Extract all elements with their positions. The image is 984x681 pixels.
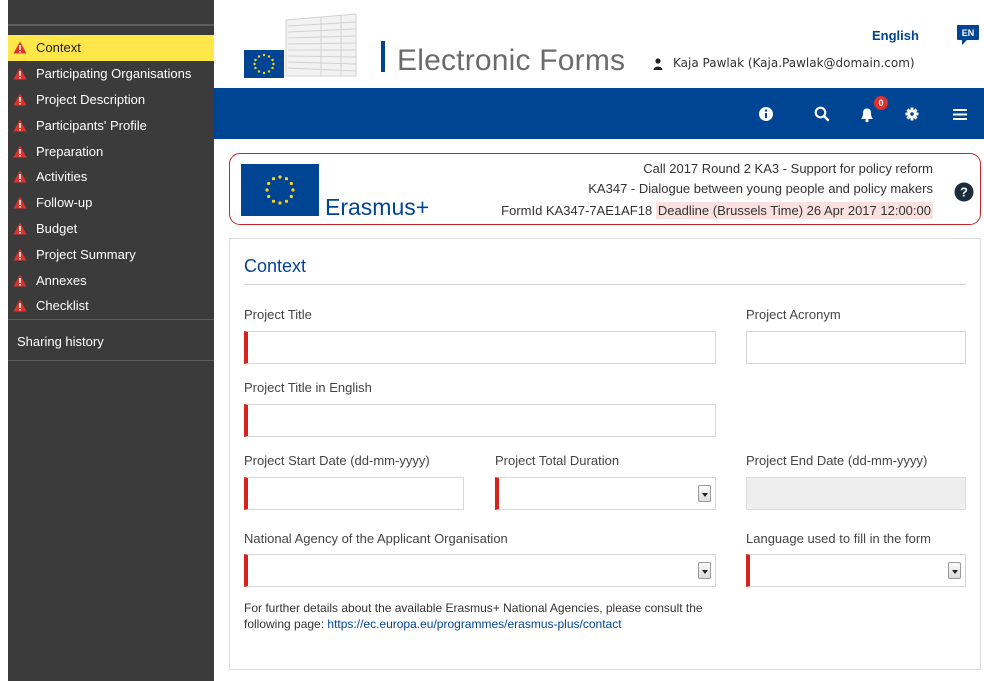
info-icon[interactable]	[754, 102, 778, 126]
language-selector[interactable]: English	[872, 28, 919, 43]
sidebar-item-label: Preparation	[36, 143, 104, 159]
warning-icon	[13, 248, 27, 261]
dropdown-arrow-icon[interactable]	[698, 485, 711, 502]
sidebar-item-label: Project Summary	[36, 246, 136, 262]
national-agency-select[interactable]	[244, 554, 716, 587]
form-id: FormId KA347-7AE1AF18	[501, 203, 653, 218]
sidebar-nav-list: Context Participating Organisations Projec…	[8, 35, 214, 319]
warning-icon	[13, 145, 27, 158]
european-commission-logo	[226, 12, 362, 78]
warning-icon	[13, 196, 27, 209]
top-toolbar: 0	[214, 88, 984, 139]
warning-icon	[13, 170, 27, 183]
national-agencies-link[interactable]: https://ec.europa.eu/programmes/erasmus-…	[327, 617, 621, 631]
project-title-input[interactable]	[244, 331, 716, 364]
warning-icon	[13, 67, 27, 80]
app-header: Electronic Forms Kaja Pawlak (Kaja.Pawla…	[214, 0, 984, 88]
form-id-deadline-line: FormId KA347-7AE1AF18 Deadline (Brussels…	[501, 202, 933, 219]
project-title-english-input[interactable]	[244, 404, 716, 437]
national-agency-label: National Agency of the Applicant Organis…	[244, 531, 508, 546]
action-type: KA347 - Dialogue between young people an…	[588, 181, 933, 196]
dropdown-arrow-icon[interactable]	[698, 562, 711, 579]
header-separator	[381, 41, 385, 72]
form-language-select[interactable]	[746, 554, 966, 587]
sidebar-item-label: Follow-up	[36, 195, 93, 211]
national-agencies-info: For further details about the available …	[244, 600, 724, 632]
form-language-label: Language used to fill in the form	[746, 531, 932, 546]
section-divider	[244, 284, 966, 285]
sidebar-item-context[interactable]: Context	[8, 35, 214, 61]
sidebar-item-label: Checklist	[36, 298, 89, 314]
project-title-english-label: Project Title in English	[244, 380, 372, 395]
language-code: EN	[962, 28, 975, 38]
total-duration-select[interactable]	[495, 477, 716, 510]
menu-icon[interactable]	[948, 102, 972, 126]
sidebar-item-label: Participating Organisations	[36, 66, 192, 82]
user-icon	[653, 58, 663, 70]
call-info-box: Erasmus+ Call 2017 Round 2 KA3 - Support…	[229, 153, 981, 225]
app-title: Electronic Forms	[397, 44, 626, 77]
eu-flag-logo	[241, 164, 319, 216]
warning-icon	[13, 222, 27, 235]
sidebar-item-participants-profile[interactable]: Participants' Profile	[8, 112, 214, 138]
program-name: Erasmus+	[325, 194, 430, 220]
sidebar-item-preparation[interactable]: Preparation	[8, 138, 214, 164]
sidebar-item-participating-organisations[interactable]: Participating Organisations	[8, 61, 214, 87]
start-date-label: Project Start Date (dd-mm-yyyy)	[244, 453, 430, 468]
help-icon[interactable]: ?	[954, 182, 974, 202]
search-icon[interactable]	[810, 102, 834, 126]
project-title-label: Project Title	[244, 307, 312, 322]
sidebar-divider	[8, 319, 214, 320]
sidebar-item-project-summary[interactable]: Project Summary	[8, 241, 214, 267]
sidebar-item-activities[interactable]: Activities	[8, 164, 214, 190]
user-name[interactable]: Kaja Pawlak (Kaja.Pawlak@domain.com)	[673, 56, 915, 70]
svg-text:?: ?	[960, 185, 968, 200]
sidebar-item-budget[interactable]: Budget	[8, 216, 214, 242]
sidebar-item-label: Participants' Profile	[36, 117, 147, 133]
notification-count-badge: 0	[874, 96, 888, 110]
sidebar-item-follow-up[interactable]: Follow-up	[8, 190, 214, 216]
sidebar-item-annexes[interactable]: Annexes	[8, 267, 214, 293]
end-date-label: Project End Date (dd-mm-yyyy)	[746, 453, 928, 468]
language-badge-icon[interactable]: EN	[956, 24, 980, 46]
total-duration-label: Project Total Duration	[495, 453, 620, 468]
sidebar-item-checklist[interactable]: Checklist	[8, 293, 214, 319]
sidebar-item-label: Project Description	[36, 91, 146, 107]
start-date-input[interactable]	[244, 477, 464, 510]
sidebar-item-label: Activities	[36, 169, 88, 185]
sidebar-item-sharing-history[interactable]: Sharing history	[8, 328, 214, 354]
deadline: Deadline (Brussels Time) 26 Apr 2017 12:…	[655, 202, 933, 219]
warning-icon	[13, 274, 27, 287]
warning-icon	[13, 119, 27, 132]
sidebar-top-divider	[8, 24, 214, 26]
end-date-input	[746, 477, 966, 510]
call-round-action: Call 2017 Round 2 KA3 - Support for poli…	[643, 161, 933, 176]
warning-icon	[13, 93, 27, 106]
sidebar-item-label: Annexes	[36, 272, 87, 288]
sidebar-item-label: Budget	[36, 220, 78, 236]
project-acronym-input[interactable]	[746, 331, 966, 364]
warning-icon	[13, 299, 27, 312]
project-acronym-label: Project Acronym	[746, 307, 841, 322]
sidebar-divider	[8, 360, 214, 361]
gear-icon[interactable]	[900, 102, 924, 126]
sidebar-item-project-description[interactable]: Project Description	[8, 87, 214, 113]
warning-icon	[13, 41, 27, 54]
dropdown-arrow-icon[interactable]	[948, 562, 961, 579]
section-title: Context	[244, 256, 307, 276]
sidebar-item-label: Context	[36, 40, 81, 56]
sidebar: Context Participating Organisations Projec…	[8, 0, 214, 681]
context-form-card: Context Project Title Project Acronym Pr…	[229, 238, 981, 670]
